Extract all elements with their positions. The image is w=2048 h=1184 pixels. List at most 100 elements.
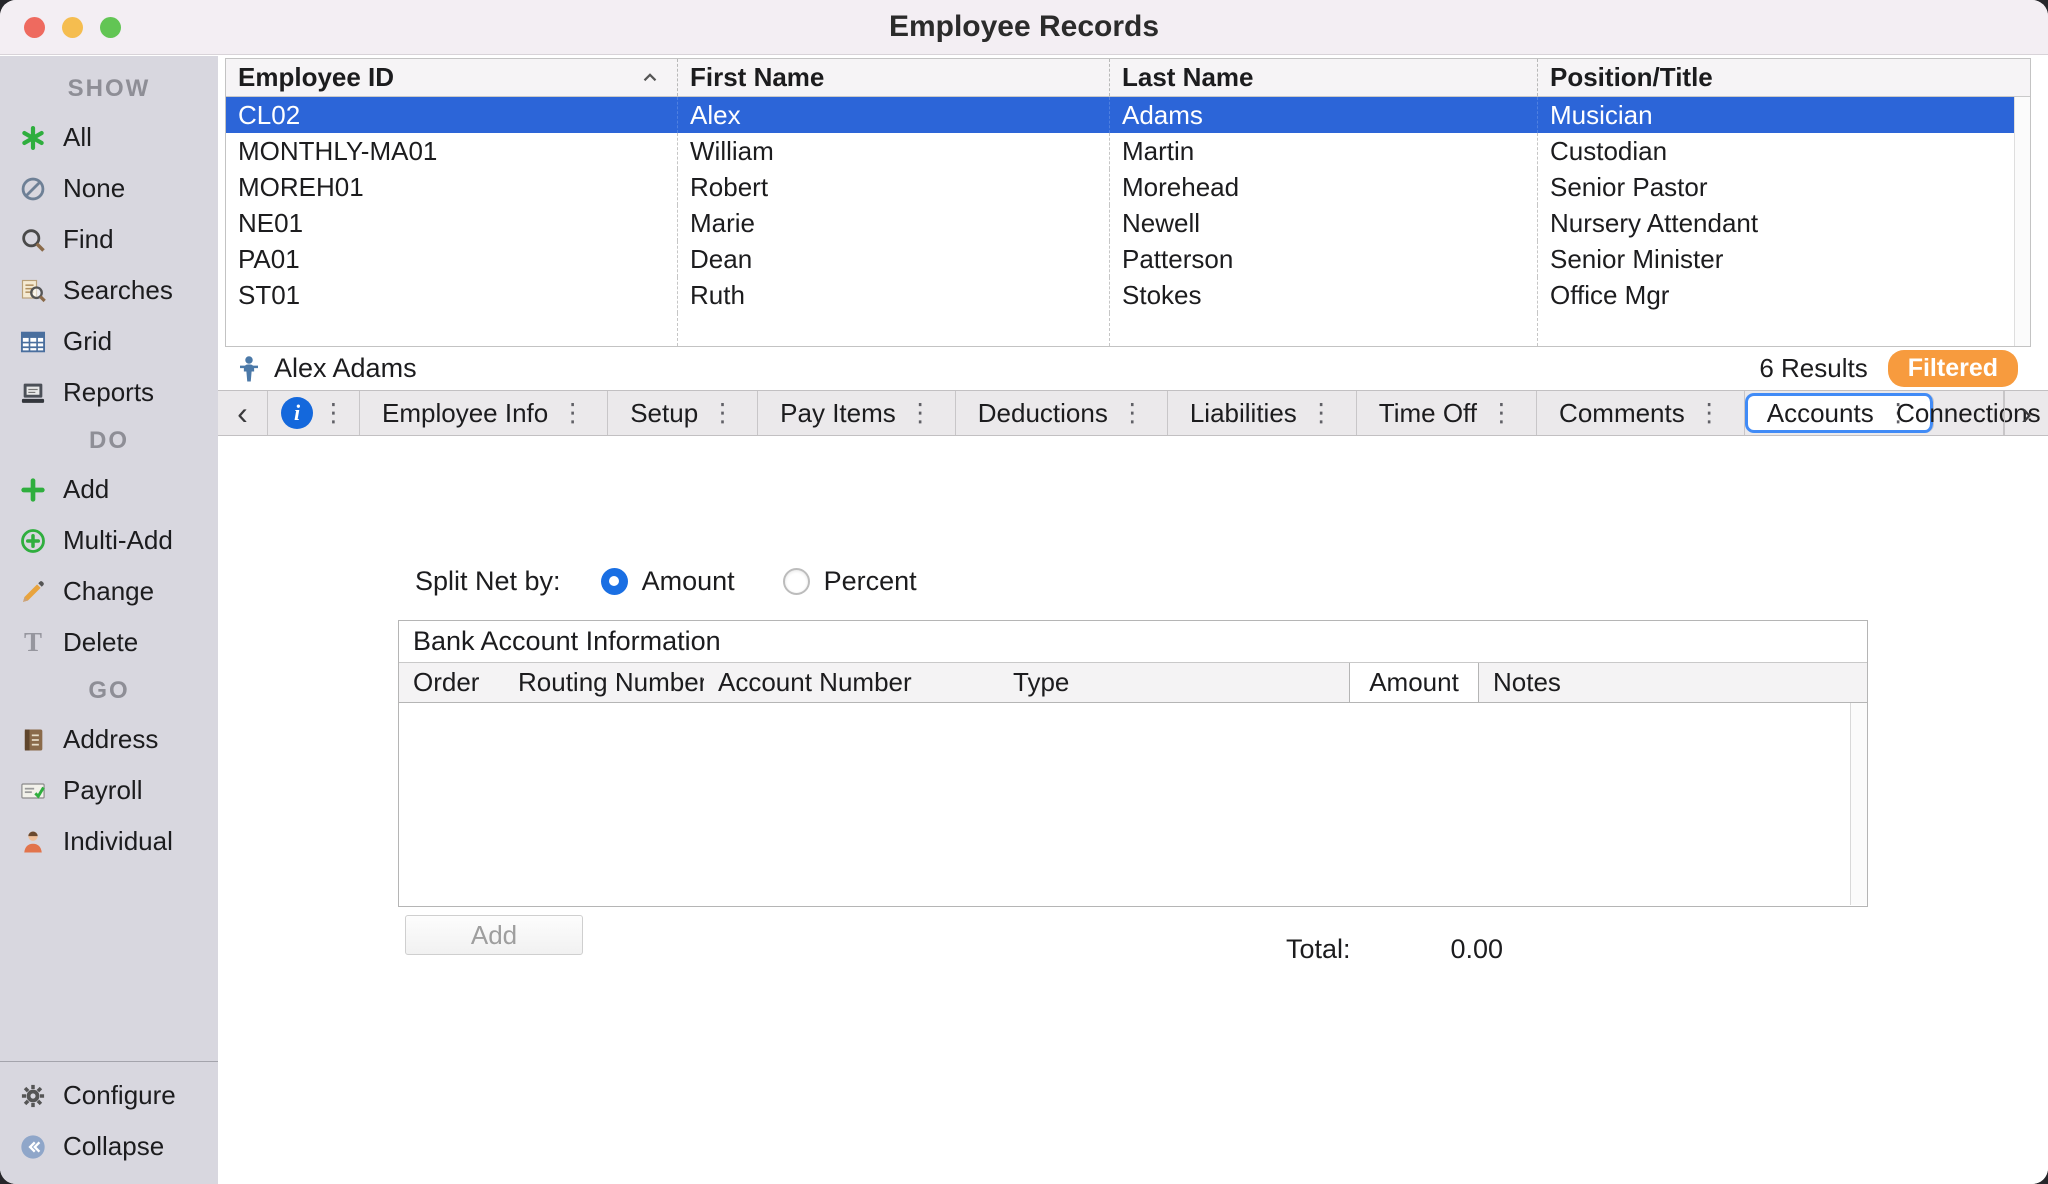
- radio-selected-icon[interactable]: [601, 568, 628, 595]
- sidebar-section-show: SHOW: [0, 66, 218, 112]
- tab-liabilities[interactable]: Liabilities⋮: [1168, 391, 1357, 435]
- collapse-circle-icon: [18, 1132, 48, 1162]
- sidebar-item-delete[interactable]: T Delete: [0, 617, 218, 668]
- table-vertical-scrollbar[interactable]: [2014, 97, 2030, 346]
- kebab-menu-icon[interactable]: ⋮: [321, 398, 346, 428]
- cell-first-name: Ruth: [678, 277, 1110, 313]
- bank-column-order[interactable]: Order: [399, 663, 504, 702]
- sidebar-item-payroll[interactable]: Payroll: [0, 765, 218, 816]
- kebab-menu-icon[interactable]: ⋮: [1489, 398, 1514, 428]
- column-header-first-name[interactable]: First Name: [678, 59, 1110, 96]
- tab-label: Setup: [630, 398, 698, 429]
- tab-setup[interactable]: Setup ⋮: [608, 391, 758, 435]
- kebab-menu-icon[interactable]: ⋮: [710, 398, 735, 428]
- saved-searches-icon: [18, 276, 48, 306]
- tab-label: Pay Items: [780, 398, 896, 429]
- tab-deductions[interactable]: Deductions⋮: [956, 391, 1168, 435]
- kebab-menu-icon[interactable]: ⋮: [1120, 398, 1145, 428]
- zoom-button[interactable]: [100, 17, 121, 38]
- bank-column-type[interactable]: Type: [999, 663, 1349, 702]
- kebab-menu-icon[interactable]: ⋮: [908, 398, 933, 428]
- bank-column-amount[interactable]: Amount: [1349, 663, 1479, 702]
- chevron-left-icon: ‹: [237, 395, 248, 432]
- cell-employee-id: PA01: [226, 241, 678, 277]
- selected-record-name: Alex Adams: [274, 353, 417, 384]
- tab-comments[interactable]: Comments ⋮: [1537, 391, 1745, 435]
- sidebar-item-multi-add[interactable]: Multi-Add: [0, 515, 218, 566]
- minimize-button[interactable]: [62, 17, 83, 38]
- tabs-scroll-right-button[interactable]: ›: [2004, 391, 2048, 435]
- table-row[interactable]: CL02 Alex Adams Musician: [226, 97, 2030, 133]
- record-bar: Alex Adams 6 Results Filtered: [218, 347, 2048, 390]
- tab-label: Comments: [1559, 398, 1685, 429]
- column-header-position-title[interactable]: Position/Title: [1538, 59, 2030, 96]
- sidebar-item-add[interactable]: Add: [0, 464, 218, 515]
- sidebar-item-collapse[interactable]: Collapse: [0, 1121, 218, 1172]
- add-account-button[interactable]: Add: [405, 915, 583, 955]
- radio-label: Amount: [642, 566, 735, 597]
- sidebar-item-reports[interactable]: Reports: [0, 367, 218, 418]
- split-net-label: Split Net by:: [415, 566, 561, 597]
- table-row[interactable]: MONTHLY-MA01 William Martin Custodian: [226, 133, 2030, 169]
- sidebar-item-label: Reports: [63, 377, 154, 408]
- close-button[interactable]: [24, 17, 45, 38]
- bank-column-routing-number[interactable]: Routing Number: [504, 663, 704, 702]
- cell-position: Office Mgr: [1538, 277, 2030, 313]
- sidebar: SHOW All None Find Searches Grid Reports…: [0, 56, 218, 1184]
- tab-connections[interactable]: Connections: [1934, 391, 2004, 435]
- cell-position: Custodian: [1538, 133, 2030, 169]
- sidebar-item-all[interactable]: All: [0, 112, 218, 163]
- titlebar: Employee Records: [0, 0, 2048, 55]
- sidebar-item-find[interactable]: Find: [0, 214, 218, 265]
- radio-amount[interactable]: Amount: [601, 566, 735, 597]
- sidebar-item-label: Payroll: [63, 775, 142, 806]
- tab-pay-items[interactable]: Pay Items ⋮: [758, 391, 956, 435]
- sidebar-item-grid[interactable]: Grid: [0, 316, 218, 367]
- sidebar-item-change[interactable]: Change: [0, 566, 218, 617]
- filtered-badge[interactable]: Filtered: [1888, 350, 2018, 387]
- radio-unselected-icon[interactable]: [783, 568, 810, 595]
- column-header-label: Last Name: [1122, 62, 1254, 93]
- column-header-label: First Name: [690, 62, 824, 93]
- bank-box-title: Bank Account Information: [399, 621, 1867, 663]
- cell-last-name: Morehead: [1110, 169, 1538, 205]
- circle-plus-icon: [18, 526, 48, 556]
- column-header-employee-id[interactable]: Employee ID: [226, 59, 678, 96]
- sidebar-item-address[interactable]: Address: [0, 714, 218, 765]
- sidebar-item-configure[interactable]: Configure: [0, 1070, 218, 1121]
- column-header-last-name[interactable]: Last Name: [1110, 59, 1538, 96]
- sidebar-item-individual[interactable]: Individual: [0, 816, 218, 867]
- table-row[interactable]: ST01 Ruth Stokes Office Mgr: [226, 277, 2030, 313]
- kebab-menu-icon[interactable]: ⋮: [1697, 398, 1722, 428]
- sidebar-section-do: DO: [0, 418, 218, 464]
- cell-employee-id: MONTHLY-MA01: [226, 133, 678, 169]
- person-icon: [234, 354, 264, 384]
- kebab-menu-icon[interactable]: ⋮: [560, 398, 585, 428]
- radio-percent[interactable]: Percent: [783, 566, 917, 597]
- column-header-label: Employee ID: [238, 62, 394, 93]
- bank-column-notes[interactable]: Notes: [1479, 663, 1867, 702]
- column-header-label: Position/Title: [1550, 62, 1713, 93]
- tab-info[interactable]: i ⋮: [268, 391, 360, 435]
- tab-time-off[interactable]: Time Off⋮: [1357, 391, 1537, 435]
- kebab-menu-icon[interactable]: ⋮: [1309, 398, 1334, 428]
- table-row[interactable]: PA01 Dean Patterson Senior Minister: [226, 241, 2030, 277]
- cell-position: Nursery Attendant: [1538, 205, 2030, 241]
- bank-column-account-number[interactable]: Account Number: [704, 663, 999, 702]
- bank-table-scrollbar[interactable]: [1850, 703, 1867, 905]
- cell-last-name: Martin: [1110, 133, 1538, 169]
- sidebar-item-none[interactable]: None: [0, 163, 218, 214]
- cell-position: Senior Pastor: [1538, 169, 2030, 205]
- bank-account-information-box: Bank Account Information Order Routing N…: [398, 620, 1868, 907]
- bank-table-header: Order Routing Number Account Number Type…: [399, 663, 1867, 703]
- table-row[interactable]: NE01 Marie Newell Nursery Attendant: [226, 205, 2030, 241]
- employee-records-window: Employee Records SHOW All None Find Sear…: [0, 0, 2048, 1184]
- sidebar-item-label: Delete: [63, 627, 138, 658]
- tabs-scroll-left-button[interactable]: ‹: [218, 391, 268, 435]
- sidebar-item-searches[interactable]: Searches: [0, 265, 218, 316]
- split-net-row: Split Net by: Amount Percent: [415, 562, 965, 600]
- cell-last-name: Stokes: [1110, 277, 1538, 313]
- cell-first-name: Dean: [678, 241, 1110, 277]
- tab-employee-info[interactable]: Employee Info⋮: [360, 391, 608, 435]
- table-row[interactable]: MOREH01 Robert Morehead Senior Pastor: [226, 169, 2030, 205]
